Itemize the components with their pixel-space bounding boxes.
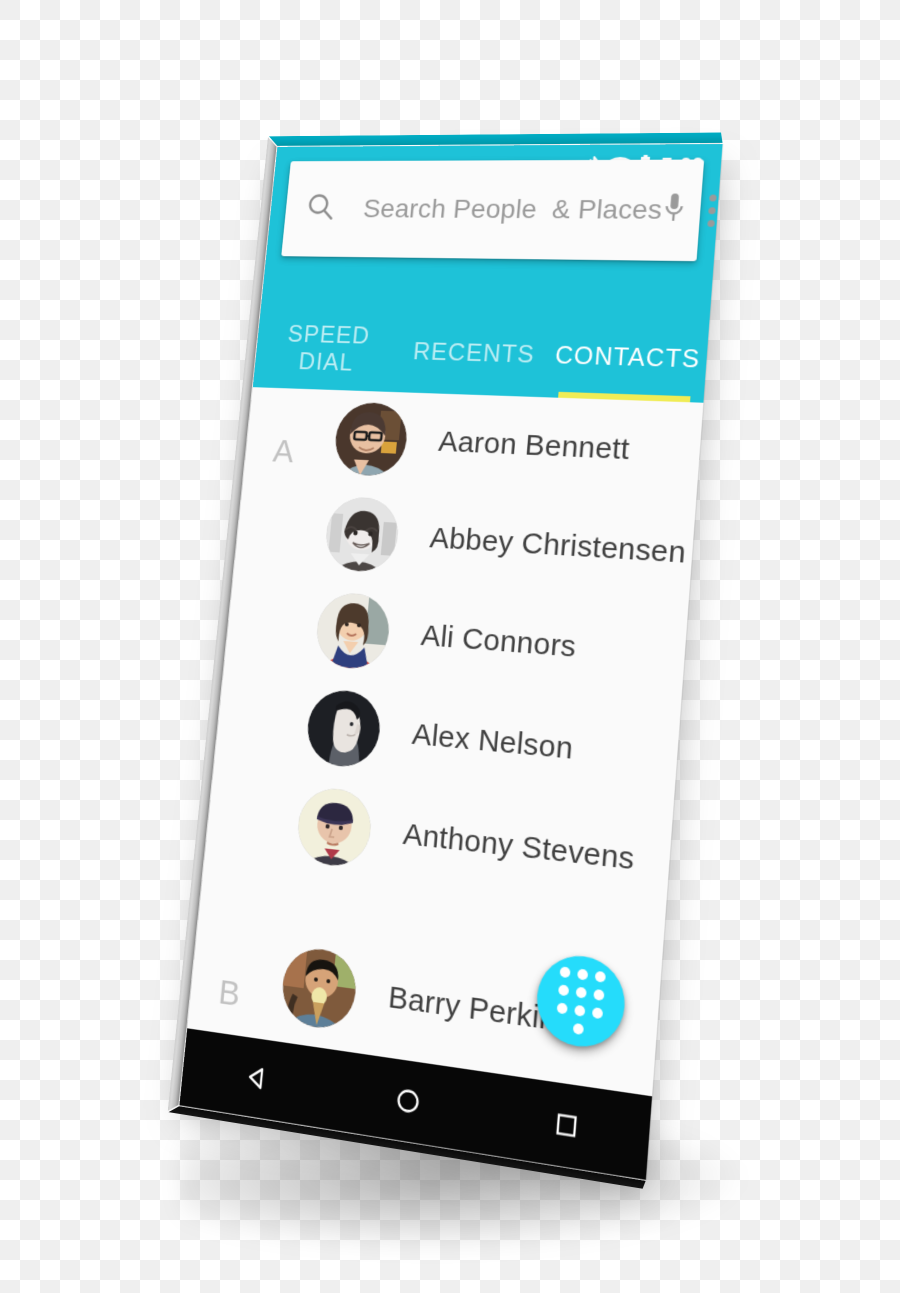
tab-contacts-label: CONTACTS — [554, 341, 702, 373]
search-bar[interactable]: Search People & Places — [281, 159, 717, 262]
overflow-menu-icon[interactable] — [707, 194, 717, 227]
contacts-section-a: A Aaron Bennett Abbey Christensen Ali Co… — [204, 387, 703, 916]
avatar — [279, 944, 360, 1032]
avatar — [304, 687, 384, 770]
contacts-list[interactable]: A Aaron Bennett Abbey Christensen Ali Co… — [187, 387, 704, 1097]
contact-name: Anthony Stevens — [401, 816, 636, 877]
home-circle-icon[interactable] — [393, 1084, 423, 1118]
microphone-icon[interactable] — [660, 190, 687, 230]
avatar — [332, 401, 410, 477]
avatar — [269, 1045, 350, 1097]
search-icon[interactable] — [304, 191, 338, 227]
tab-bar: SPEED DIAL RECENTS CONTACTS — [253, 307, 710, 402]
section-header-a: A — [271, 433, 296, 470]
contacts-section-b: B Barry Perkins — [187, 921, 661, 1097]
scene: 5:00 Search People & Places — [0, 0, 900, 1293]
contact-name: Alex Nelson — [410, 717, 575, 766]
recents-square-icon[interactable] — [552, 1109, 581, 1141]
list-item[interactable]: Barry Perkins — [188, 921, 661, 1087]
tab-speed-dial[interactable]: SPEED DIAL — [253, 307, 403, 392]
contact-name: Barry Perkins — [386, 979, 574, 1040]
android-nav-bar — [179, 1028, 653, 1180]
avatar — [313, 590, 393, 671]
avatar — [294, 784, 374, 870]
contact-name: Ali Connors — [419, 618, 578, 664]
back-triangle-icon[interactable] — [242, 1062, 271, 1095]
tab-contacts[interactable]: CONTACTS — [546, 314, 710, 403]
tab-speed-dial-label: SPEED DIAL — [286, 321, 372, 377]
section-header-b: B — [216, 972, 242, 1015]
contact-name: Brent Walker — [378, 1083, 557, 1097]
tab-recents[interactable]: RECENTS — [396, 310, 553, 397]
tab-recents-label: RECENTS — [412, 337, 536, 369]
phone-screen: 5:00 Search People & Places — [179, 143, 723, 1180]
list-item[interactable]: Brent Walker — [187, 1020, 653, 1097]
dialpad-icon — [555, 965, 607, 1037]
app-bar: 5:00 Search People & Places — [252, 143, 723, 403]
avatar — [323, 495, 402, 574]
contact-name: Abbey Christensen — [428, 521, 688, 570]
phone-device: 5:00 Search People & Places — [167, 132, 723, 1189]
search-input[interactable]: Search People & Places — [362, 194, 663, 226]
contact-name: Aaron Bennett — [437, 425, 631, 466]
dialpad-fab-button[interactable] — [533, 951, 628, 1053]
